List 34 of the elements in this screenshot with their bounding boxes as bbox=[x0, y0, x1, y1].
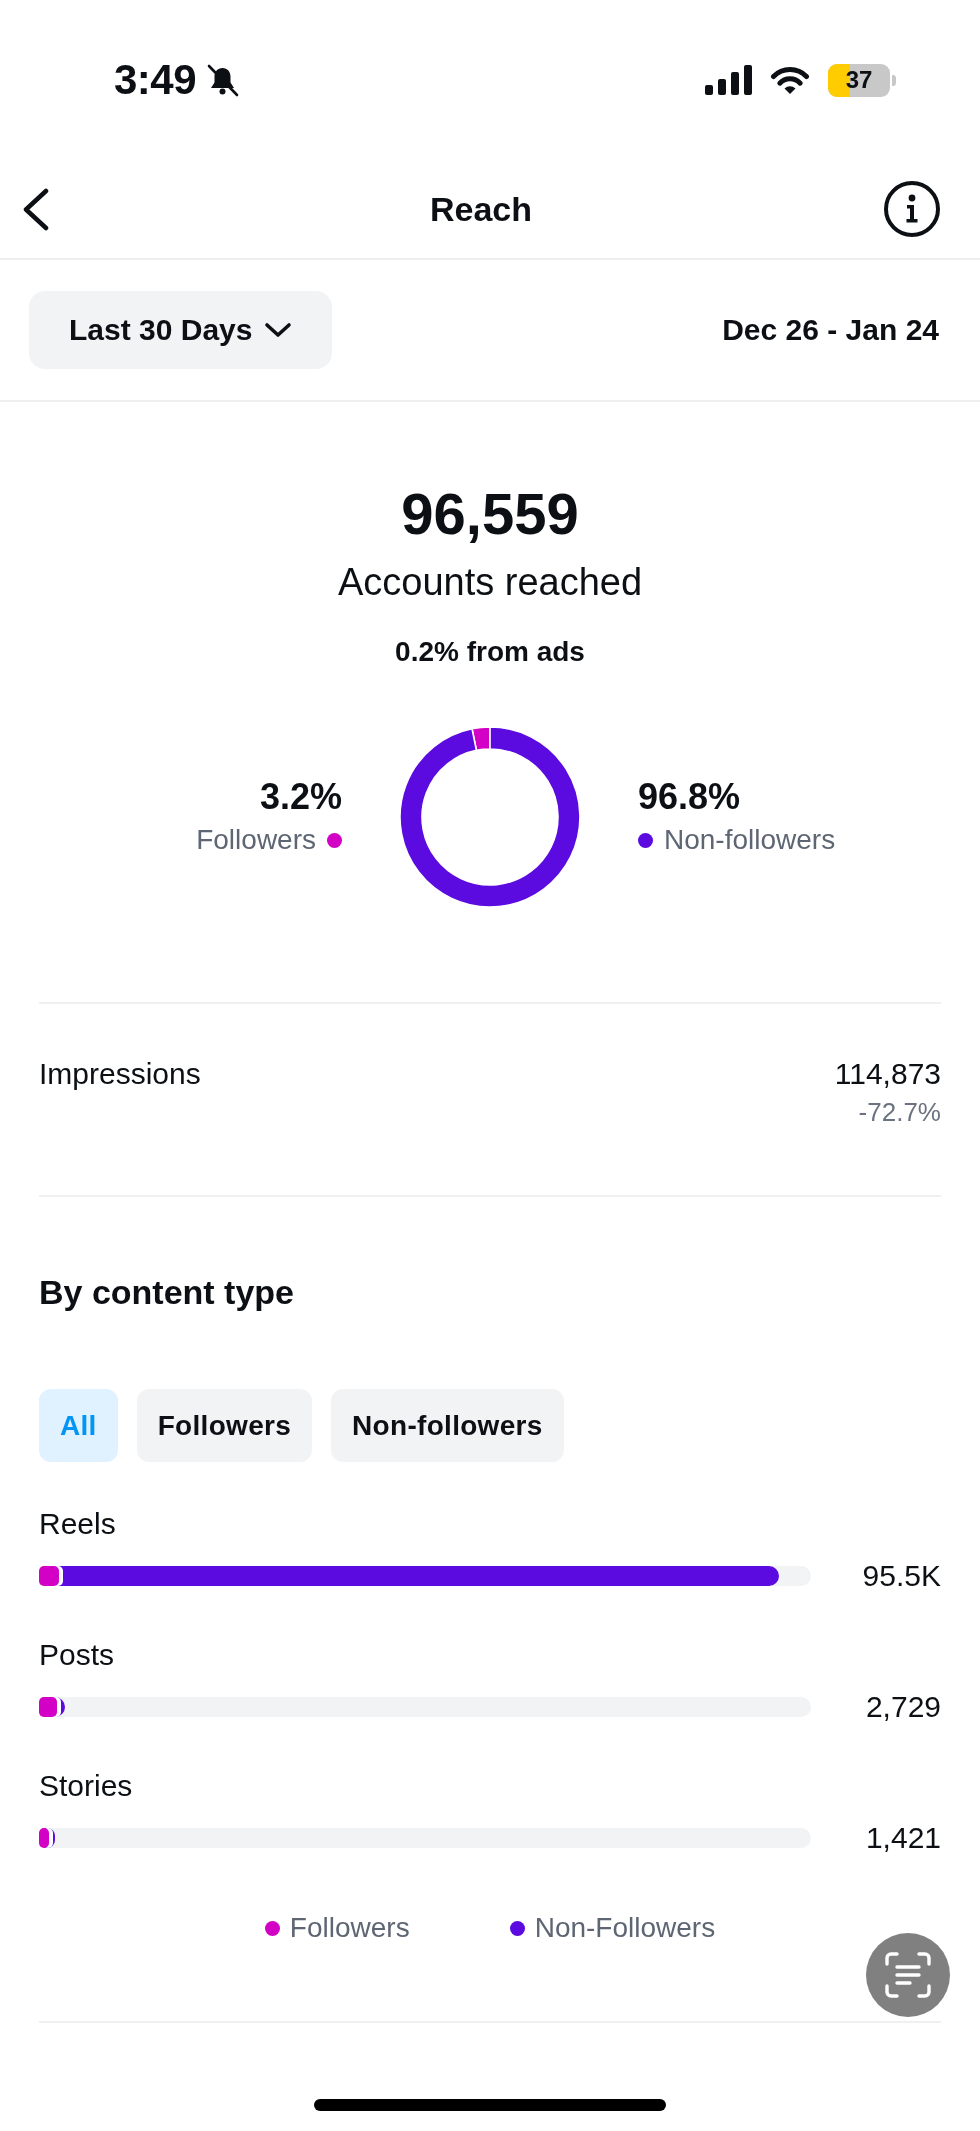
date-range-dropdown[interactable]: Last 30 Days bbox=[29, 291, 333, 369]
info-button[interactable] bbox=[884, 181, 940, 237]
percent-value: 96.8% bbox=[638, 777, 741, 817]
legend-label: Non-Followers bbox=[534, 1911, 716, 1945]
legend-label: Non-followers bbox=[664, 823, 836, 857]
info-icon bbox=[884, 181, 940, 237]
content-type-label: Posts bbox=[39, 1637, 115, 1673]
impressions-label: Impressions bbox=[39, 1056, 201, 1092]
filter-tab[interactable]: Non-followers bbox=[331, 1389, 564, 1462]
accounts-reached-label: Accounts reached bbox=[337, 560, 643, 605]
chevron-down-icon bbox=[264, 322, 293, 338]
date-range-label: Dec 26 - Jan 24 bbox=[722, 313, 939, 347]
status-time: 3:49 bbox=[114, 59, 197, 101]
accounts-reached-count: 96,559 bbox=[401, 480, 579, 548]
wifi-icon bbox=[770, 65, 810, 95]
page-title: Reach bbox=[429, 189, 533, 229]
impressions-change: -72.7% bbox=[858, 1097, 941, 1127]
legend-label: Followers bbox=[289, 1911, 410, 1945]
back-icon bbox=[22, 187, 50, 231]
bell-slash-icon bbox=[206, 63, 240, 97]
reach-count: 95.5K bbox=[861, 1558, 941, 1594]
filter-tab[interactable]: Followers bbox=[136, 1389, 313, 1462]
impressions-count: 114,873 bbox=[834, 1056, 941, 1092]
signal-icon bbox=[705, 65, 752, 95]
content-type-label: Reels bbox=[39, 1506, 116, 1542]
back-button[interactable] bbox=[22, 187, 50, 231]
legend-label: Followers bbox=[196, 823, 316, 857]
reach-count: 1,421 bbox=[864, 1820, 941, 1856]
text-scan-icon bbox=[885, 1952, 931, 1998]
reach-count: 2,729 bbox=[864, 1689, 941, 1725]
content-type-label: Stories bbox=[39, 1768, 133, 1804]
ads-share-note: 0.2% from ads bbox=[395, 635, 585, 669]
section-title: By content type bbox=[39, 1272, 295, 1312]
percent-value: 3.2% bbox=[259, 777, 342, 817]
